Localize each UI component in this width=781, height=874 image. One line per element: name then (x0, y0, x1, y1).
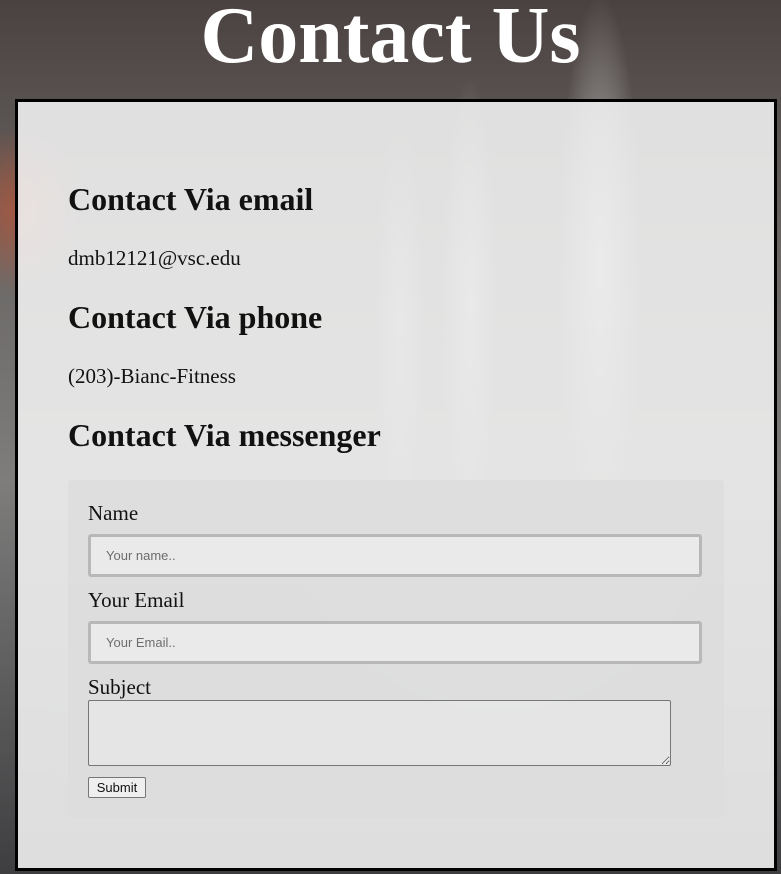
messenger-heading: Contact Via messenger (68, 417, 381, 453)
contact-panel: Contact Via email dmb12121@vsc.edu Conta… (15, 99, 777, 871)
subject-textarea[interactable] (88, 700, 671, 766)
name-label: Name (88, 501, 139, 525)
submit-button[interactable]: Submit (88, 777, 146, 798)
phone-number: (203)-Bianc-Fitness (68, 364, 236, 388)
email-address: dmb12121@vsc.edu (68, 246, 241, 270)
email-label: Your Email (88, 588, 185, 612)
page-title: Contact Us (200, 0, 581, 80)
phone-heading: Contact Via phone (68, 299, 323, 335)
name-input[interactable] (88, 534, 702, 577)
subject-label: Subject (88, 675, 151, 699)
email-input[interactable] (88, 621, 702, 664)
contact-form: Name Your Email Subject Submit (68, 480, 724, 818)
email-heading: Contact Via email (68, 181, 314, 217)
